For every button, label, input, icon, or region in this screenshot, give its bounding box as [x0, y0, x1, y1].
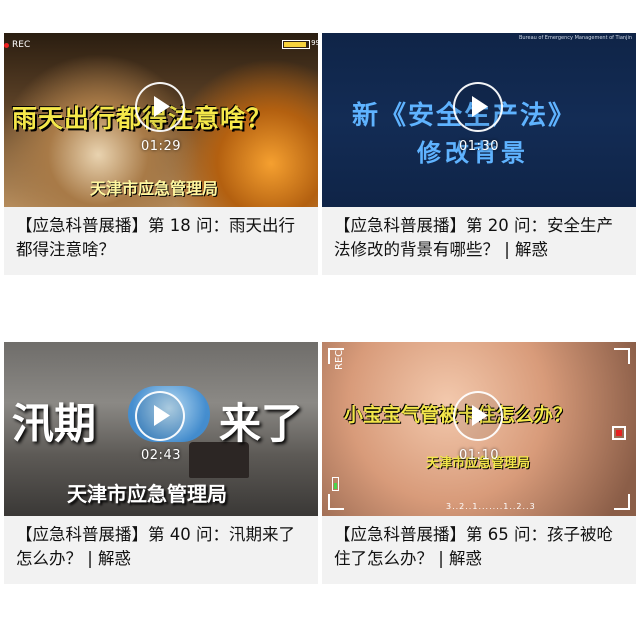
video-card-18[interactable]: REC 99 雨天出行都得注意啥？ 天津市应急管理局 01:29 【应急科普展播…: [4, 33, 318, 275]
play-icon: [472, 96, 488, 117]
video-card-65[interactable]: REC 小宝宝气管被卡住怎么办？ 天津市应急管理局 3..2..1.......…: [322, 342, 636, 584]
focus-scale: 3..2..1.......1..2..3: [446, 502, 536, 511]
video-caption[interactable]: 【应急科普展播】第 65 问：孩子被呛住了怎么办？ | 解惑: [334, 523, 628, 571]
video-caption[interactable]: 【应急科普展播】第 18 问：雨天出行都得注意啥？: [16, 214, 310, 262]
frame-corner-icon: [614, 348, 630, 364]
play-button[interactable]: [135, 82, 185, 132]
battery-icon: [282, 40, 310, 49]
video-caption[interactable]: 【应急科普展播】第 20 问：安全生产法修改的背景有哪些？ | 解惑: [334, 214, 628, 262]
video-thumbnail[interactable]: Bureau of Emergency Management of Tianji…: [322, 33, 636, 207]
video-duration: 01:30: [459, 139, 499, 154]
rec-label: REC: [12, 40, 31, 50]
play-button[interactable]: [453, 391, 503, 441]
video-caption[interactable]: 【应急科普展播】第 40 问：汛期来了怎么办？ | 解惑: [16, 523, 310, 571]
video-duration: 01:29: [141, 139, 181, 154]
play-button[interactable]: [453, 82, 503, 132]
play-button[interactable]: [135, 391, 185, 441]
thumbnail-subtitle: 天津市应急管理局: [67, 482, 227, 506]
thumbnail-title-left: 汛期: [12, 399, 97, 448]
video-card-20[interactable]: Bureau of Emergency Management of Tianji…: [322, 33, 636, 275]
battery-level: 99: [311, 39, 318, 47]
video-duration: 02:43: [141, 448, 181, 463]
video-thumbnail[interactable]: 汛期 来了 天津市应急管理局 02:43: [4, 342, 318, 516]
play-icon: [154, 405, 170, 426]
rec-label: REC: [334, 349, 345, 370]
video-thumbnail[interactable]: REC 小宝宝气管被卡住怎么办？ 天津市应急管理局 3..2..1.......…: [322, 342, 636, 516]
record-icon: [612, 426, 626, 440]
rec-dot-icon: [4, 43, 9, 48]
video-duration: 01:10: [459, 448, 499, 463]
video-thumbnail[interactable]: REC 99 雨天出行都得注意啥？ 天津市应急管理局 01:29: [4, 33, 318, 207]
thumbnail-subtitle: 天津市应急管理局: [90, 179, 219, 198]
play-icon: [472, 405, 488, 426]
frame-corner-icon: [614, 494, 630, 510]
battery-icon: [332, 477, 339, 491]
video-card-40[interactable]: 汛期 来了 天津市应急管理局 02:43 【应急科普展播】第 40 问：汛期来了…: [4, 342, 318, 584]
play-icon: [154, 96, 170, 117]
thumbnail-title-right: 来了: [219, 399, 304, 448]
corner-caption: Bureau of Emergency Management of Tianji…: [518, 35, 632, 41]
frame-corner-icon: [328, 494, 344, 510]
